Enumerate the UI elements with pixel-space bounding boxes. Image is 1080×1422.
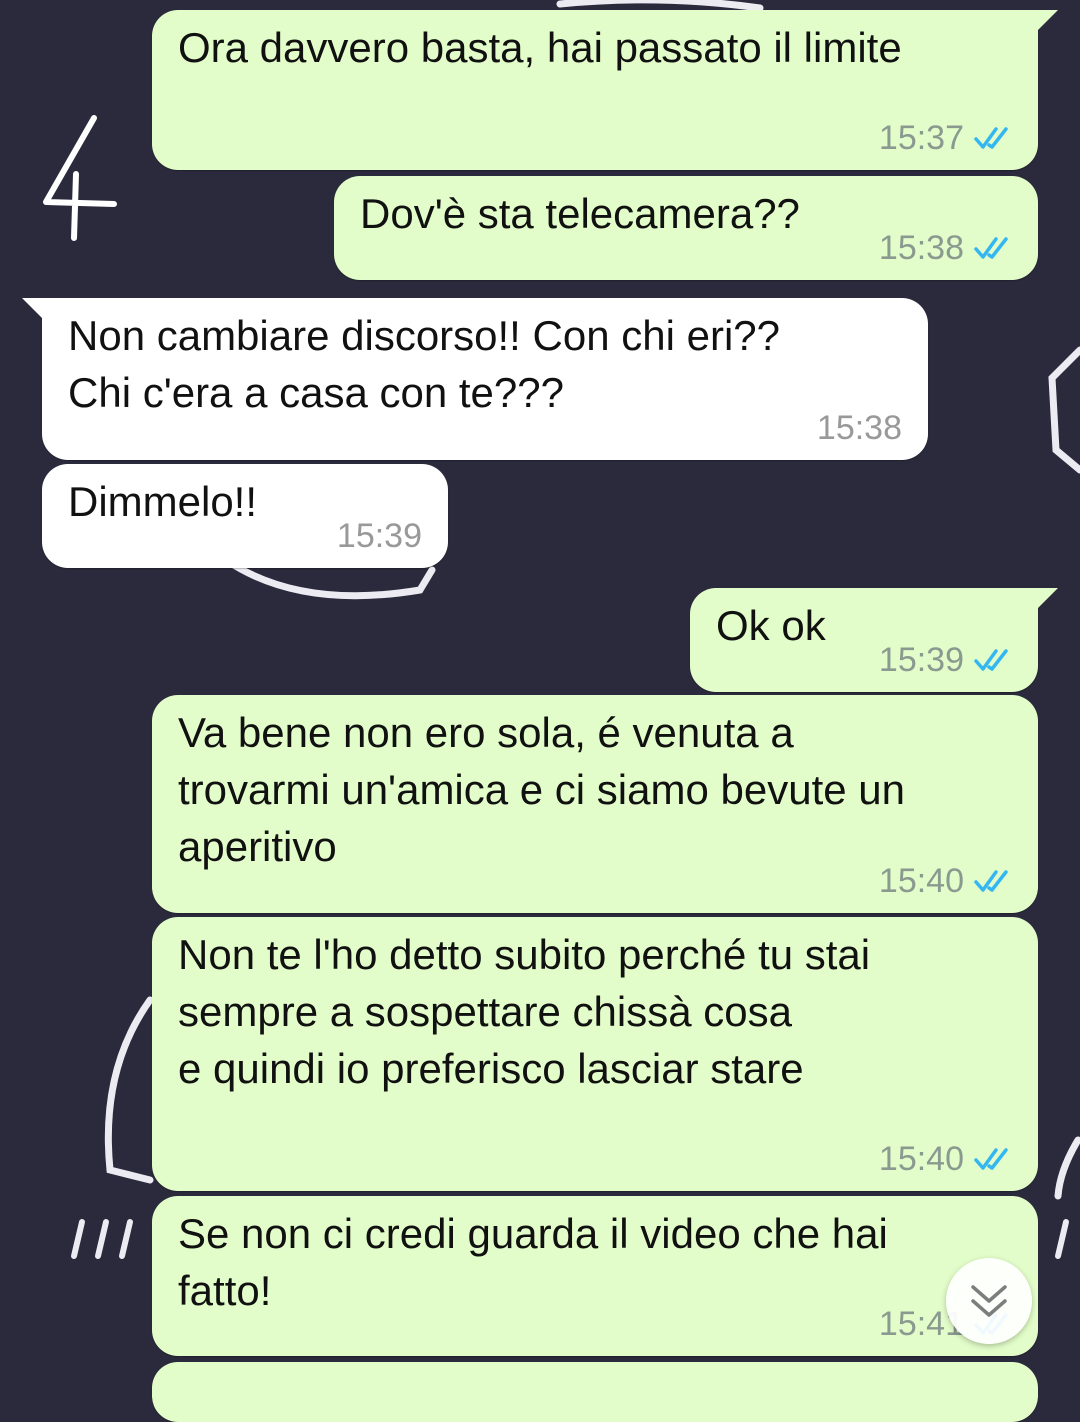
message-time: 15:38: [878, 229, 964, 267]
message-bubble-outgoing[interactable]: Va bene non ero sola, é venuta a trovarm…: [152, 695, 1038, 913]
message-bubble-incoming[interactable]: Non cambiare discorso!! Con chi eri?? Ch…: [22, 298, 928, 460]
handwritten-number-4: 4: [36, 112, 117, 241]
message-time: 15:39: [336, 517, 422, 555]
message-bubble-outgoing[interactable]: Non te l'ho detto subito perché tu stai …: [152, 917, 1038, 1191]
annotation-number: 4: [36, 112, 37, 113]
read-receipt-icon: [974, 127, 1008, 149]
message-meta: 15:39: [337, 516, 422, 556]
message-bubble-outgoing-partial[interactable]: [152, 1362, 1038, 1422]
message-time: 15:40: [878, 862, 964, 900]
message-text: Va bene non ero sola, é venuta a trovarm…: [178, 709, 906, 870]
message-bubble-outgoing[interactable]: Ora davvero basta, hai passato il limite…: [152, 10, 1058, 170]
message-meta: 15:39: [879, 640, 1018, 680]
read-receipt-icon: [974, 1148, 1008, 1170]
message-text: Dov'è sta telecamera??: [360, 190, 800, 237]
read-receipt-icon: [974, 649, 1008, 671]
message-text: Non cambiare discorso!! Con chi eri?? Ch…: [68, 312, 780, 416]
message-bubble-outgoing[interactable]: Ok ok 15:39: [690, 588, 1058, 692]
read-receipt-icon: [974, 237, 1008, 259]
message-bubble-incoming[interactable]: Dimmelo!! 15:39: [42, 464, 448, 568]
message-text: Ok ok: [716, 602, 826, 649]
message-meta: 15:38: [879, 228, 1018, 268]
message-time: 15:40: [878, 1140, 964, 1178]
message-time: 15:39: [878, 641, 964, 679]
message-text: Dimmelo!!: [68, 478, 258, 525]
message-time: 15:37: [878, 119, 964, 157]
message-meta: 15:37: [879, 118, 1018, 158]
message-bubble-outgoing[interactable]: Se non ci credi guarda il video che hai …: [152, 1196, 1038, 1356]
message-bubble-outgoing[interactable]: Dov'è sta telecamera?? 15:38: [334, 176, 1038, 280]
scroll-to-bottom-button[interactable]: [946, 1258, 1032, 1344]
message-text: Se non ci credi guarda il video che hai …: [178, 1210, 888, 1314]
message-text: Non te l'ho detto subito perché tu stai …: [178, 931, 871, 1092]
message-time: 15:38: [816, 409, 902, 447]
read-receipt-icon: [974, 870, 1008, 892]
double-chevron-down-icon: [971, 1285, 1007, 1317]
message-meta: 15:40: [879, 861, 1018, 901]
message-meta: 15:40: [879, 1139, 1018, 1179]
message-text: Ora davvero basta, hai passato il limite: [178, 24, 902, 71]
message-meta: 15:38: [817, 408, 902, 448]
